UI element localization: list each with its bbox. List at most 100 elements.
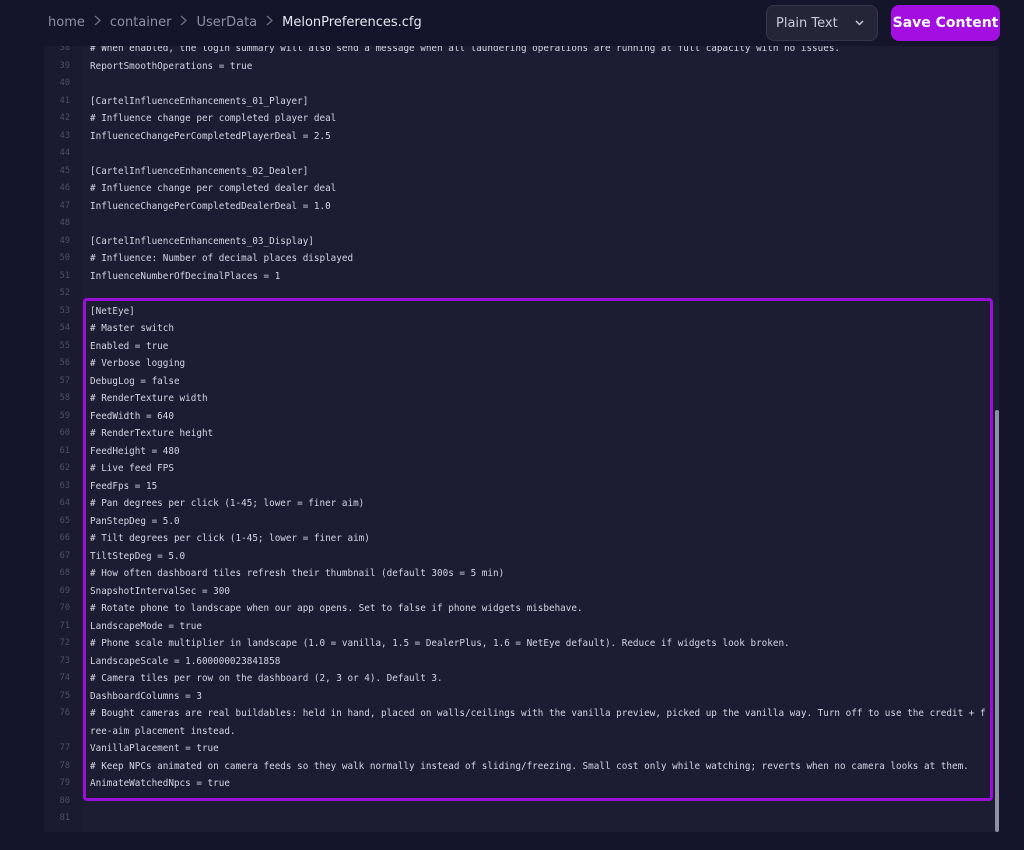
line-number: 80: [59, 795, 70, 806]
line-text: # Keep NPCs animated on camera feeds so …: [90, 760, 969, 772]
line-number: 76: [59, 708, 70, 718]
code-line: 77 VanillaPlacement = true: [44, 740, 999, 758]
line-text: # Phone scale multiplier in landscape (1…: [90, 638, 790, 649]
line-number: 40: [59, 78, 70, 88]
code-line: 78 # Keep NPCs animated on camera feeds s…: [44, 758, 999, 776]
code-line: 43 InfluenceChangePerCompletedPlayerDeal …: [44, 128, 999, 146]
line-text: InfluenceNumberOfDecimalPlaces = 1: [90, 270, 281, 282]
code-line: 38 # When enabled, the login summary will…: [44, 46, 999, 58]
line-number: 77: [59, 743, 70, 753]
code-line: 63 FeedFps = 15: [44, 478, 999, 496]
line-number: 56: [59, 358, 70, 368]
code-line: 59 FeedWidth = 640: [44, 408, 999, 426]
line-text: DashboardColumns = 3: [90, 690, 202, 702]
line-text: # Influence change per completed player …: [90, 113, 337, 124]
line-text: # Influence change per completed dealer …: [90, 183, 337, 194]
line-number: 51: [59, 270, 70, 281]
line-number: 75: [59, 690, 70, 701]
code-line: 75 DashboardColumns = 3: [44, 688, 999, 706]
code-line: 54 # Master switch: [44, 320, 999, 338]
line-text: FeedWidth = 640: [90, 410, 174, 422]
code-line: 44: [44, 145, 999, 163]
editor-lines: 38 # When enabled, the login summary will…: [44, 46, 999, 828]
code-line: 61 FeedHeight = 480: [44, 443, 999, 461]
breadcrumb-item-userdata[interactable]: UserData: [196, 15, 257, 30]
line-number: 39: [59, 60, 70, 71]
code-line: 74 # Camera tiles per row on the dashboar…: [44, 670, 999, 688]
line-number: 50: [59, 253, 70, 263]
line-number: 47: [59, 200, 70, 211]
line-text: # Camera tiles per row on the dashboard …: [90, 673, 443, 684]
code-line: 69 SnapshotIntervalSec = 300: [44, 583, 999, 601]
line-text: FeedFps = 15: [90, 480, 158, 492]
line-number: 81: [59, 813, 70, 823]
code-line: 42 # Influence change per completed playe…: [44, 110, 999, 128]
line-number: 45: [59, 165, 70, 176]
save-content-button[interactable]: Save Content: [891, 5, 1000, 41]
line-number: 59: [59, 410, 70, 421]
code-line: 57 DebugLog = false: [44, 373, 999, 391]
code-line: 48: [44, 215, 999, 233]
code-line: 80: [44, 793, 999, 811]
line-number: 64: [59, 498, 70, 508]
breadcrumb-item-container[interactable]: container: [110, 15, 172, 30]
code-line: 60 # RenderTexture height: [44, 425, 999, 443]
line-text: # Bought cameras are real buildables: he…: [90, 708, 986, 737]
line-text: PanStepDeg = 5.0: [90, 515, 180, 527]
breadcrumb-item-home[interactable]: home: [48, 15, 85, 30]
line-number: 79: [59, 778, 70, 788]
scrollbar-thumb[interactable]: [995, 410, 999, 832]
code-line: 49 [CartelInfluenceEnhancements_03_Displa…: [44, 233, 999, 251]
code-line: 40: [44, 75, 999, 93]
code-line: 66 # Tilt degrees per click (1-45; lower …: [44, 530, 999, 548]
code-line: 56 # Verbose logging: [44, 355, 999, 373]
chevron-right-icon: [265, 15, 274, 30]
code-line: 39 ReportSmoothOperations = true: [44, 58, 999, 76]
line-text: # Master switch: [90, 323, 174, 334]
code-line: 65 PanStepDeg = 5.0: [44, 513, 999, 531]
line-number: 68: [59, 568, 70, 578]
breadcrumb: home container UserData MelonPreferences…: [48, 15, 422, 30]
code-editor[interactable]: 38 # When enabled, the login summary will…: [44, 46, 999, 832]
code-line: 52: [44, 285, 999, 303]
line-text: # RenderTexture height: [90, 428, 214, 439]
code-line: 53 [NetEye]: [44, 303, 999, 321]
line-text: FeedHeight = 480: [90, 445, 180, 457]
code-line: 76 # Bought cameras are real buildables: …: [44, 705, 999, 740]
code-line: 47 InfluenceChangePerCompletedDealerDeal …: [44, 198, 999, 216]
line-text: InfluenceChangePerCompletedPlayerDeal = …: [90, 130, 331, 142]
line-text: # Rotate phone to landscape when our app…: [90, 603, 583, 614]
breadcrumb-current-file: MelonPreferences.cfg: [282, 15, 422, 30]
code-line: 73 LandscapeScale = 1.600000023841858: [44, 653, 999, 671]
code-line: 41 [CartelInfluenceEnhancements_01_Player…: [44, 93, 999, 111]
line-text: # Influence: Number of decimal places di…: [90, 253, 354, 264]
line-number: 74: [59, 673, 70, 683]
line-number: 52: [59, 288, 70, 298]
line-number: 42: [59, 113, 70, 123]
line-number: 63: [59, 480, 70, 491]
format-select[interactable]: Plain Text: [766, 5, 878, 41]
line-number: 66: [59, 533, 70, 543]
line-text: # Verbose logging: [90, 358, 186, 369]
code-line: 67 TiltStepDeg = 5.0: [44, 548, 999, 566]
line-text: AnimateWatchedNpcs = true: [90, 778, 230, 789]
chevron-right-icon: [179, 15, 188, 30]
line-text: InfluenceChangePerCompletedDealerDeal = …: [90, 200, 331, 212]
chevron-right-icon: [93, 15, 102, 30]
code-line: 50 # Influence: Number of decimal places …: [44, 250, 999, 268]
code-line: 45 [CartelInfluenceEnhancements_02_Dealer…: [44, 163, 999, 181]
line-text: [CartelInfluenceEnhancements_01_Player]: [90, 95, 309, 107]
line-number: 72: [59, 638, 70, 648]
line-number: 58: [59, 393, 70, 403]
line-number: 60: [59, 428, 70, 438]
line-number: 78: [59, 760, 70, 771]
code-line: 71 LandscapeMode = true: [44, 618, 999, 636]
code-line: 64 # Pan degrees per click (1-45; lower =…: [44, 495, 999, 513]
code-line: 79 AnimateWatchedNpcs = true: [44, 775, 999, 793]
chevron-down-icon: [854, 17, 865, 28]
line-number: 48: [59, 218, 70, 228]
line-number: 62: [59, 463, 70, 473]
line-text: DebugLog = false: [90, 375, 180, 387]
line-number: 46: [59, 183, 70, 193]
line-number: 54: [59, 323, 70, 333]
